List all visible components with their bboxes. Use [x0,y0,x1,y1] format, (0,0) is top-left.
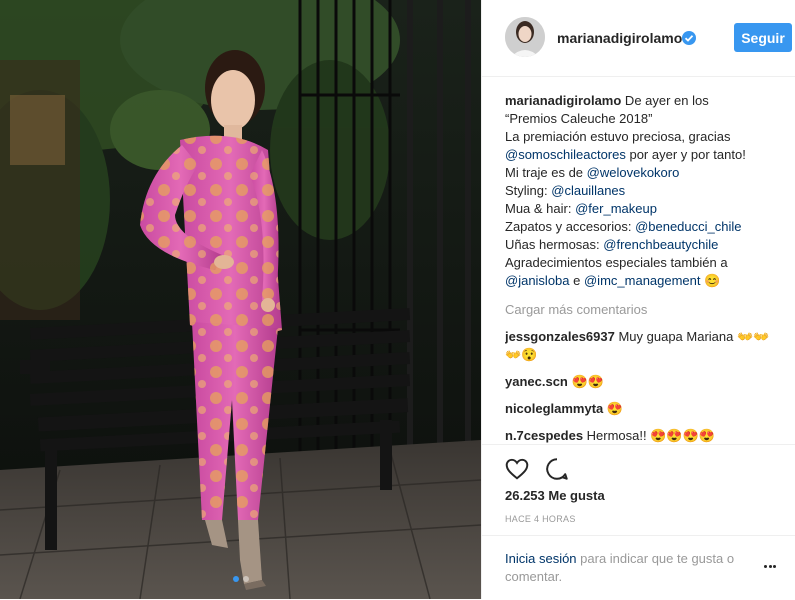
header-username[interactable]: marianadigirolamo [557,30,682,46]
text-line: n.7cespedes Hermosa!! 😍😍😍😍 [505,427,785,444]
comment-username[interactable]: jessgonzales6937 [505,329,615,344]
comment-text: Zapatos y accesorios: [505,219,636,234]
comment-username[interactable]: n.7cespedes [505,428,583,443]
mention-link[interactable]: @fer_makeup [575,201,657,216]
comment-text: Styling: [505,183,552,198]
comment-text: “Premios Caleuche 2018” [505,111,653,126]
text-line: marianadigirolamo De ayer en los [505,92,785,110]
comment-username[interactable]: yanec.scn [505,374,568,389]
comment-text: 😍 [603,401,624,416]
post-timestamp: HACE 4 HORAS [505,514,576,524]
carousel-dot-active [232,576,239,582]
text-line: “Premios Caleuche 2018” [505,110,785,128]
text-line: Zapatos y accesorios: @beneducci_chile [505,218,785,236]
comment: n.7cespedes Hermosa!! 😍😍😍😍 [505,427,785,444]
carousel-dots [0,569,481,587]
text-line: Uñas hermosas: @frenchbeautychile [505,236,785,254]
comment-username[interactable]: marianadigirolamo [505,93,621,108]
post-caption: marianadigirolamo De ayer en los “Premios… [505,92,785,290]
login-prompt: Inicia sesión para indicar que te gusta … [482,535,795,600]
text-line: Styling: @clauillanes [505,182,785,200]
avatar-image [505,17,545,57]
more-options-icon[interactable] [764,565,778,571]
follow-button[interactable]: Seguir [734,23,792,52]
likes-count[interactable]: 26.253 Me gusta [505,488,605,503]
comment-entries: jessgonzales6937 Muy guapa Mariana 👐👐 👐😯 y… [505,328,785,444]
post-photo[interactable] [0,0,481,599]
mention-link[interactable]: @janisloba [505,273,570,288]
mention-link[interactable]: @clauillanes [551,183,625,198]
comment-text: por ayer y por tanto! [625,147,746,162]
comment-text: Hermosa!! 😍😍😍😍 [583,428,715,443]
comment-text: 😊 [700,273,721,288]
text-line: jessgonzales6937 Muy guapa Mariana 👐👐 [505,328,785,346]
carousel-dot [242,576,249,582]
text-line: Agradecimientos especiales también a [505,254,785,272]
text-line: 👐😯 [505,346,785,364]
mention-link[interactable]: @imc_management [584,273,701,288]
text-line: Mua & hair: @fer_makeup [505,200,785,218]
instagram-post: marianadigirolamo Seguir marianadigirola… [0,0,795,599]
verified-badge-icon [682,31,696,45]
login-prompt-text: Inicia sesión para indicar que te gusta … [505,550,755,586]
heart-icon[interactable] [504,456,530,482]
comment-text: 😍😍 [567,374,604,389]
post-actions: 26.253 Me gusta HACE 4 HORAS [482,444,795,524]
text-line: Mi traje es de @welovekokoro [505,164,785,182]
comment: jessgonzales6937 Muy guapa Mariana 👐👐 👐😯 [505,328,785,364]
comment-text: Uñas hermosas: [505,237,604,252]
mention-link[interactable]: @welovekokoro [587,165,680,180]
comment-bubble-icon[interactable] [544,456,570,482]
post-side-panel: marianadigirolamo Seguir marianadigirola… [481,0,795,599]
comments-list: marianadigirolamo De ayer en los “Premios… [505,92,785,444]
mention-link[interactable]: @frenchbeautychile [603,237,718,252]
comment: nicoleglammyta 😍 [505,400,785,418]
text-line: yanec.scn 😍😍 [505,373,785,391]
load-more-comments-link[interactable]: Cargar más comentarios [505,301,785,319]
post-header: marianadigirolamo Seguir [482,0,795,77]
photo-illustration [0,0,481,599]
comment-text: Muy guapa Mariana 👐👐 [614,329,770,344]
comment-text: e [569,273,584,288]
mention-link[interactable]: @beneducci_chile [635,219,741,234]
comment-text: De ayer en los [621,93,709,108]
text-line: @janisloba e @imc_management 😊 [505,272,785,290]
text-line: La premiación estuvo preciosa, gracias [505,128,785,146]
text-line: @somoschileactores por ayer y por tanto! [505,146,785,164]
text-line: nicoleglammyta 😍 [505,400,785,418]
mention-link[interactable]: @somoschileactores [505,147,626,162]
comment-text: Mua & hair: [505,201,576,216]
login-link[interactable]: Inicia sesión [505,551,577,566]
comment-text: Mi traje es de [505,165,587,180]
comment-text: La premiación estuvo preciosa, gracias [505,129,731,144]
comment-text: 👐😯 [505,347,538,362]
avatar[interactable] [505,17,545,57]
comment: yanec.scn 😍😍 [505,373,785,391]
comment-text: Agradecimientos especiales también a [505,255,728,270]
comment-username[interactable]: nicoleglammyta [505,401,603,416]
